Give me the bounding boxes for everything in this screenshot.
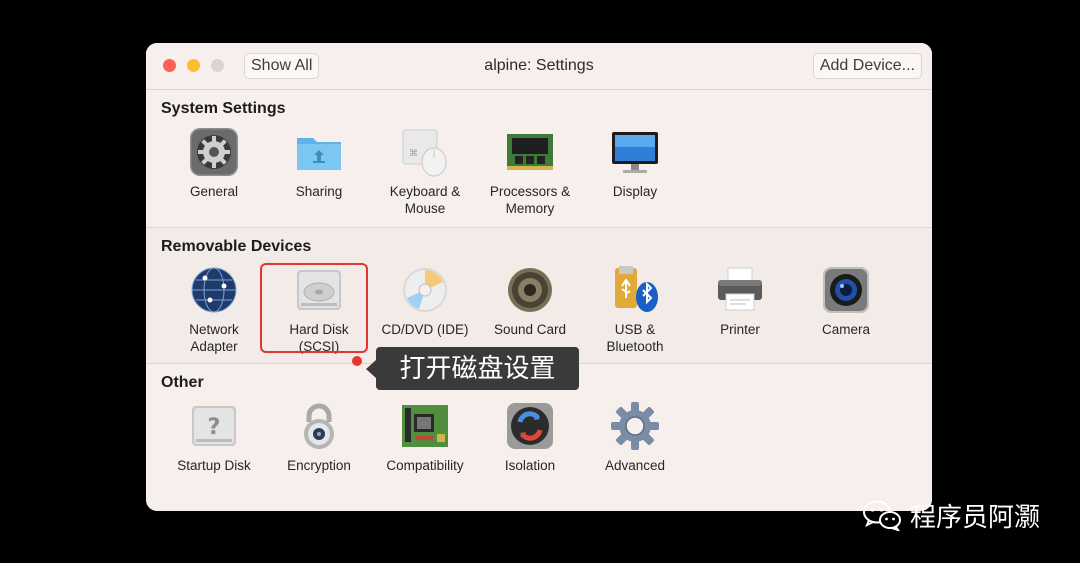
item-processors-memory[interactable]: Processors & Memory <box>478 126 582 217</box>
item-keyboard-mouse[interactable]: ⌘ Keyboard & Mouse <box>373 126 477 217</box>
item-label: Sharing <box>295 184 343 199</box>
item-isolation[interactable]: Isolation <box>478 400 582 474</box>
watermark-text: 程序员阿灏 <box>910 501 1041 532</box>
globe-network-icon <box>191 267 237 313</box>
startup-disk-icon: ? <box>192 406 236 446</box>
annotation-tooltip: 打开磁盘设置 <box>376 347 579 390</box>
item-label: Processors & Memory <box>489 184 571 216</box>
item-label: Isolation <box>504 458 556 473</box>
memory-chip-icon <box>507 134 553 170</box>
item-usb-bluetooth[interactable]: USB & Bluetooth <box>583 264 687 355</box>
item-sharing[interactable]: Sharing <box>267 126 371 200</box>
keyboard-mouse-icon: ⌘ <box>402 129 447 177</box>
speaker-icon <box>508 268 552 312</box>
section-title: System Settings <box>161 100 286 117</box>
item-display[interactable]: Display <box>583 126 687 200</box>
advanced-gear-icon <box>611 402 659 450</box>
title-bar: Show All alpine: Settings Add Device... <box>146 43 932 90</box>
section-title: Removable Devices <box>161 238 312 255</box>
item-label: General <box>189 184 239 199</box>
annotation-dot <box>352 356 362 366</box>
display-icon <box>612 132 658 173</box>
item-label: Network Adapter <box>189 322 239 354</box>
hard-disk-highlight-box <box>260 263 368 353</box>
item-printer[interactable]: Printer <box>688 264 792 338</box>
item-label: Encryption <box>287 458 351 473</box>
motherboard-icon <box>402 405 448 447</box>
section-removable-devices: Removable Devices Network Adapter Hard D… <box>146 227 932 363</box>
item-label: CD/DVD (IDE) <box>381 322 469 337</box>
section-system-settings: System Settings General Sharing ⌘ Keyboa… <box>146 90 932 226</box>
item-label: Keyboard & Mouse <box>389 184 461 216</box>
item-compatibility[interactable]: Compatibility <box>373 400 477 474</box>
item-sound-card[interactable]: Sound Card <box>478 264 582 338</box>
svg-text:⌘: ⌘ <box>409 149 418 159</box>
settings-window: Show All alpine: Settings Add Device... … <box>146 43 932 511</box>
wechat-icon <box>863 500 901 531</box>
item-camera[interactable]: Camera <box>794 264 898 338</box>
item-label: Display <box>612 184 658 199</box>
padlock-icon <box>304 403 334 449</box>
item-label: Sound Card <box>493 322 567 337</box>
item-startup-disk[interactable]: ? Startup Disk <box>162 400 266 474</box>
svg-text:?: ? <box>208 415 221 440</box>
item-advanced[interactable]: Advanced <box>583 400 687 474</box>
item-encryption[interactable]: Encryption <box>267 400 371 474</box>
item-label: Advanced <box>604 458 666 473</box>
section-title: Other <box>161 374 204 391</box>
item-label: Printer <box>720 322 760 337</box>
item-cd-dvd-ide[interactable]: CD/DVD (IDE) <box>373 264 477 338</box>
printer-icon <box>718 267 762 311</box>
gear-icon <box>190 128 238 176</box>
add-device-button[interactable]: Add Device... <box>812 53 922 79</box>
item-label: Startup Disk <box>177 458 251 473</box>
usb-bluetooth-icon <box>615 266 658 312</box>
cd-dvd-icon <box>403 268 447 312</box>
item-label: Camera <box>821 322 870 337</box>
shared-folder-icon <box>297 138 341 170</box>
item-general[interactable]: General <box>162 126 266 200</box>
item-network-adapter[interactable]: Network Adapter <box>162 264 266 355</box>
watermark: 程序员阿灏 <box>862 497 1040 533</box>
tooltip-arrow <box>366 360 376 378</box>
isolation-icon <box>507 403 553 449</box>
item-label: USB & Bluetooth <box>606 322 664 354</box>
camera-icon <box>823 267 869 313</box>
item-label: Compatibility <box>386 458 464 473</box>
